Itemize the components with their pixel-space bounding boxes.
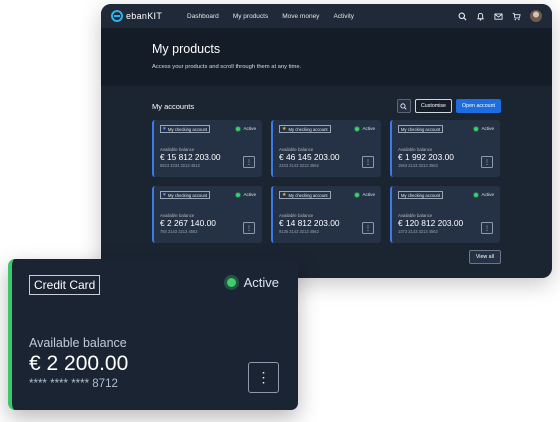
account-tag: ♥ My checking account bbox=[160, 191, 211, 199]
account-card[interactable]: My checking account Active Available bal… bbox=[390, 120, 500, 177]
more-options-button[interactable]: ⋮ bbox=[248, 362, 279, 393]
balance-amount: € 14 812 203.00 bbox=[279, 218, 340, 228]
heart-icon: ♥ bbox=[163, 125, 166, 132]
active-dot-icon bbox=[474, 126, 479, 131]
more-options-button[interactable]: ⋮ bbox=[243, 222, 255, 234]
cart-icon[interactable] bbox=[512, 12, 521, 21]
heart-icon: ♥ bbox=[163, 191, 166, 198]
more-options-button[interactable]: ⋮ bbox=[362, 222, 374, 234]
card-number: **** **** **** 8712 bbox=[29, 378, 118, 390]
more-options-button[interactable]: ⋮ bbox=[481, 156, 493, 168]
active-dot-icon bbox=[236, 192, 241, 197]
more-options-button[interactable]: ⋮ bbox=[481, 222, 493, 234]
active-dot-icon bbox=[236, 126, 241, 131]
nav-link-my-products[interactable]: My products bbox=[233, 13, 268, 20]
active-dot-icon bbox=[226, 278, 236, 287]
page-title: My products bbox=[152, 42, 221, 56]
active-dot-icon bbox=[474, 192, 479, 197]
accounts-section: My accounts Customise Open account ♥ My c… bbox=[101, 86, 552, 264]
nav-icons bbox=[458, 10, 542, 22]
account-card[interactable]: ★ My checking account Active Available ba… bbox=[271, 120, 381, 177]
status-badge: Active bbox=[474, 126, 494, 131]
kebab-icon: ⋮ bbox=[246, 159, 252, 166]
logo-icon bbox=[111, 10, 123, 22]
status-badge: Active bbox=[474, 192, 494, 197]
account-card[interactable]: ★ My checking account Active Available ba… bbox=[271, 186, 381, 243]
account-card[interactable]: My checking account Active Available bal… bbox=[390, 186, 500, 243]
status-badge: Active bbox=[236, 192, 256, 197]
open-account-button[interactable]: Open account bbox=[456, 99, 501, 113]
account-number: 5823 2234 3213 4512 bbox=[160, 163, 200, 168]
star-icon: ★ bbox=[282, 125, 287, 132]
status-badge: Active bbox=[236, 126, 256, 131]
search-icon bbox=[400, 102, 408, 110]
kebab-icon: ⋮ bbox=[256, 369, 271, 385]
status-badge: Active bbox=[226, 275, 279, 290]
card-type-tag: Credit Card bbox=[29, 275, 101, 295]
avatar[interactable] bbox=[530, 10, 542, 22]
nav-link-dashboard[interactable]: Dashboard bbox=[187, 13, 219, 20]
account-tag: ★ My checking account bbox=[279, 125, 331, 133]
status-badge: Active bbox=[355, 126, 375, 131]
account-number: 9135 2143 3213 4562 bbox=[279, 229, 319, 234]
section-title: My accounts bbox=[152, 101, 195, 111]
search-button[interactable] bbox=[396, 99, 411, 113]
section-actions: Customise Open account bbox=[396, 99, 501, 113]
balance-amount: € 15 812 203.00 bbox=[160, 152, 221, 162]
active-dot-icon bbox=[355, 192, 360, 197]
top-nav: ebanKIT Dashboard My products Move money… bbox=[101, 4, 552, 28]
balance-amount: € 46 145 203.00 bbox=[279, 152, 340, 162]
balance-label: Available balance bbox=[29, 336, 127, 350]
account-tag: ★ My checking account bbox=[279, 191, 331, 199]
account-number: 1373 2143 3213 4562 bbox=[398, 229, 438, 234]
balance-amount: € 2 200.00 bbox=[29, 352, 129, 375]
page-header: My products Access your products and scr… bbox=[101, 28, 552, 86]
search-icon[interactable] bbox=[458, 12, 467, 21]
balance-amount: € 2 267 140.00 bbox=[160, 218, 216, 228]
view-all-button[interactable]: View all bbox=[468, 250, 501, 264]
customise-button[interactable]: Customise bbox=[414, 99, 453, 113]
bell-icon[interactable] bbox=[476, 12, 485, 21]
kebab-icon: ⋮ bbox=[246, 225, 252, 232]
kebab-icon: ⋮ bbox=[365, 225, 371, 232]
account-number: 1563 2143 3213 4562 bbox=[398, 163, 438, 168]
more-options-button[interactable]: ⋮ bbox=[243, 156, 255, 168]
nav-link-move-money[interactable]: Move money bbox=[282, 13, 319, 20]
account-tag: ♥ My checking account bbox=[160, 125, 211, 133]
browser-window: ebanKIT Dashboard My products Move money… bbox=[101, 4, 552, 278]
account-number: 784 2143 3213 4562 bbox=[160, 229, 198, 234]
kebab-icon: ⋮ bbox=[365, 159, 371, 166]
account-card[interactable]: ♥ My checking account Active Available ba… bbox=[152, 186, 262, 243]
credit-card[interactable]: Credit Card Active Available balance € 2… bbox=[8, 259, 298, 410]
logo[interactable]: ebanKIT bbox=[111, 10, 187, 22]
status-badge: Active bbox=[355, 192, 375, 197]
accounts-header: My accounts Customise Open account bbox=[152, 98, 501, 114]
balance-amount: € 1 992 203.00 bbox=[398, 152, 454, 162]
kebab-icon: ⋮ bbox=[484, 159, 490, 166]
page-subtitle: Access your products and scroll through … bbox=[152, 64, 302, 70]
status-text: Active bbox=[243, 275, 279, 290]
mail-icon[interactable] bbox=[494, 12, 503, 21]
more-options-button[interactable]: ⋮ bbox=[362, 156, 374, 168]
account-tag: My checking account bbox=[398, 191, 444, 199]
balance-amount: € 120 812 203.00 bbox=[398, 218, 464, 228]
kebab-icon: ⋮ bbox=[484, 225, 490, 232]
logo-text: ebanKIT bbox=[126, 11, 163, 21]
accounts-grid: ♥ My checking account Active Available ba… bbox=[152, 120, 501, 243]
nav-links: Dashboard My products Move money Activit… bbox=[187, 13, 354, 20]
account-number: 2343 2143 3213 4562 bbox=[279, 163, 319, 168]
nav-link-activity[interactable]: Activity bbox=[333, 13, 354, 20]
account-tag: My checking account bbox=[398, 125, 444, 133]
star-icon: ★ bbox=[282, 191, 287, 198]
account-card[interactable]: ♥ My checking account Active Available ba… bbox=[152, 120, 262, 177]
active-dot-icon bbox=[355, 126, 360, 131]
